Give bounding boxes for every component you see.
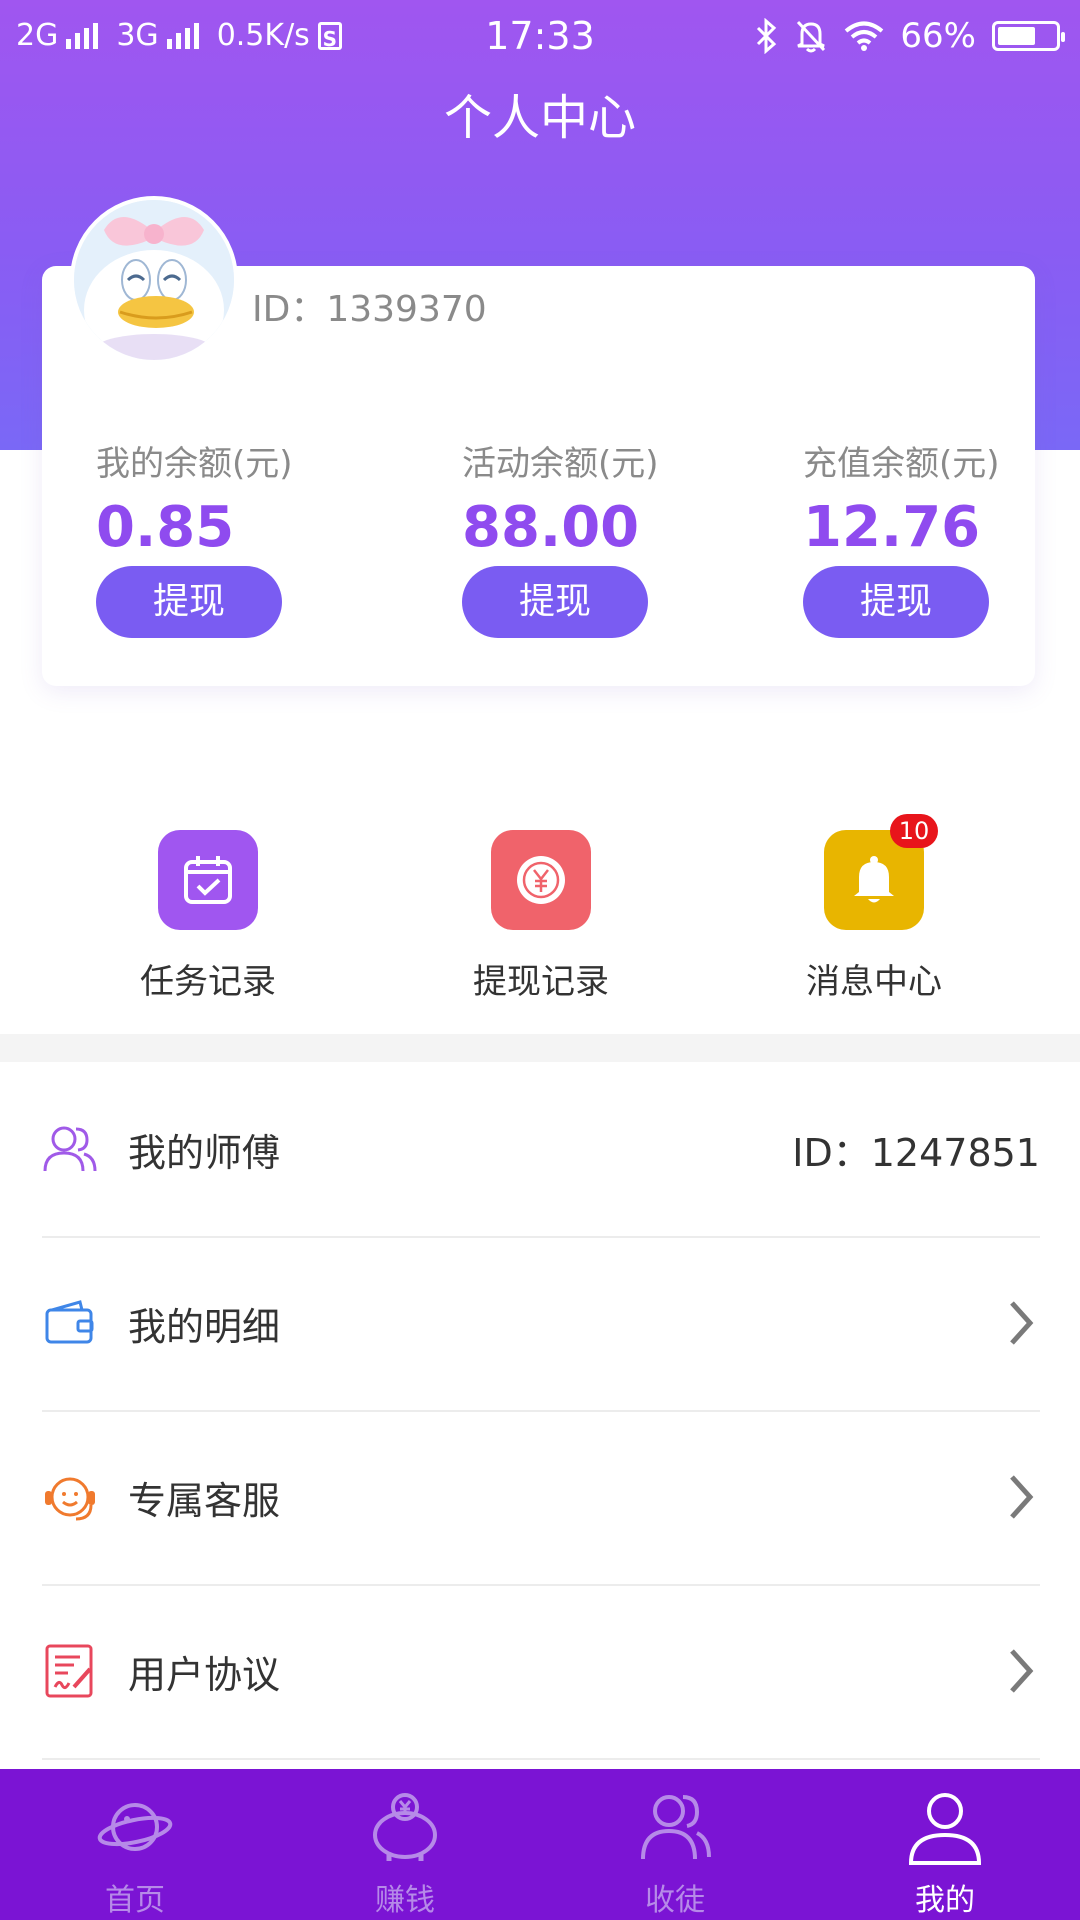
chevron-right-icon [1010,1301,1034,1345]
calendar-check-icon [158,830,258,930]
menu-label: 我的师傅 [128,1130,281,1175]
wallet-icon [42,1295,98,1351]
balance-label: 活动余额(元) [462,444,659,484]
battery-percent: 66% [900,16,976,56]
bell-muted-icon [797,20,826,53]
tab-label: 赚钱 [375,1883,435,1918]
balance-recharge: 充值余额(元) 12.76 提现 [803,436,1000,638]
withdraw-button[interactable]: 提现 [462,566,648,638]
document-sign-icon [42,1643,98,1699]
avatar[interactable] [70,196,238,364]
balance-my: 我的余额(元) 0.85 提现 [96,436,293,638]
balance-label: 充值余额(元) [803,444,1000,484]
master-id: ID：1247851 [792,1130,1040,1175]
battery-level [998,27,1035,45]
headset-icon [42,1469,98,1525]
tab-label: 首页 [105,1883,165,1918]
menu-customer-service[interactable]: 专属客服 [42,1410,1040,1586]
menu-label: 专属客服 [128,1478,281,1523]
bell-icon: 10 [824,814,938,930]
tab-mine[interactable]: 我的 [810,1769,1080,1920]
tab-recruit[interactable]: 收徒 [540,1769,810,1920]
battery-icon [992,21,1065,51]
tab-bar: 首页 赚钱 收徒 我的 [0,1769,1080,1920]
notification-badge: 10 [890,814,938,848]
page-title: 个人中心 [443,90,636,146]
menu-my-master[interactable]: 我的师傅 ID：1247851 [42,1062,1040,1238]
balance-value: 12.76 [803,495,981,560]
yuan-coin-icon [491,830,591,930]
balance-activity: 活动余额(元) 88.00 提现 [462,436,659,638]
menu-user-agreement[interactable]: 用户协议 [42,1584,1040,1760]
tab-label: 收徒 [645,1883,705,1918]
tab-label: 我的 [915,1883,975,1918]
quick-label: 任务记录 [140,962,276,1002]
piggy-bank-icon [373,1793,437,1861]
user-id: ID：1339370 [252,289,487,330]
status-right: 66% [754,16,1065,56]
users-icon [641,1795,711,1860]
quick-label: 消息中心 [806,962,942,1002]
quick-task-records[interactable]: 任务记录 [98,830,318,1003]
chevron-right-icon [1010,1649,1034,1693]
menu-my-details[interactable]: 我的明细 [42,1236,1040,1412]
balance-label: 我的余额(元) [96,444,293,484]
wifi-icon [845,21,884,51]
menu-label: 我的明细 [128,1304,281,1349]
planet-icon [97,1803,173,1851]
avatar-duck-icon [74,200,234,360]
bluetooth-icon [757,18,777,54]
section-divider [0,1034,1080,1062]
users-icon [42,1121,98,1177]
person-icon [908,1793,982,1865]
chevron-right-icon [1010,1475,1034,1519]
withdraw-button[interactable]: 提现 [96,566,282,638]
quick-withdraw-records[interactable]: 提现记录 [431,830,651,1003]
quick-message-center[interactable]: 10 消息中心 [764,814,984,1003]
withdraw-button[interactable]: 提现 [803,566,989,638]
menu-label: 用户协议 [128,1652,281,1697]
tab-earn[interactable]: 赚钱 [270,1769,540,1920]
balance-value: 88.00 [462,495,640,560]
tab-home[interactable]: 首页 [0,1769,270,1920]
quick-label: 提现记录 [473,962,609,1002]
status-bar: 2G 3G 0.5K/s S 17:33 66% [0,0,1080,72]
balance-value: 0.85 [96,495,235,560]
